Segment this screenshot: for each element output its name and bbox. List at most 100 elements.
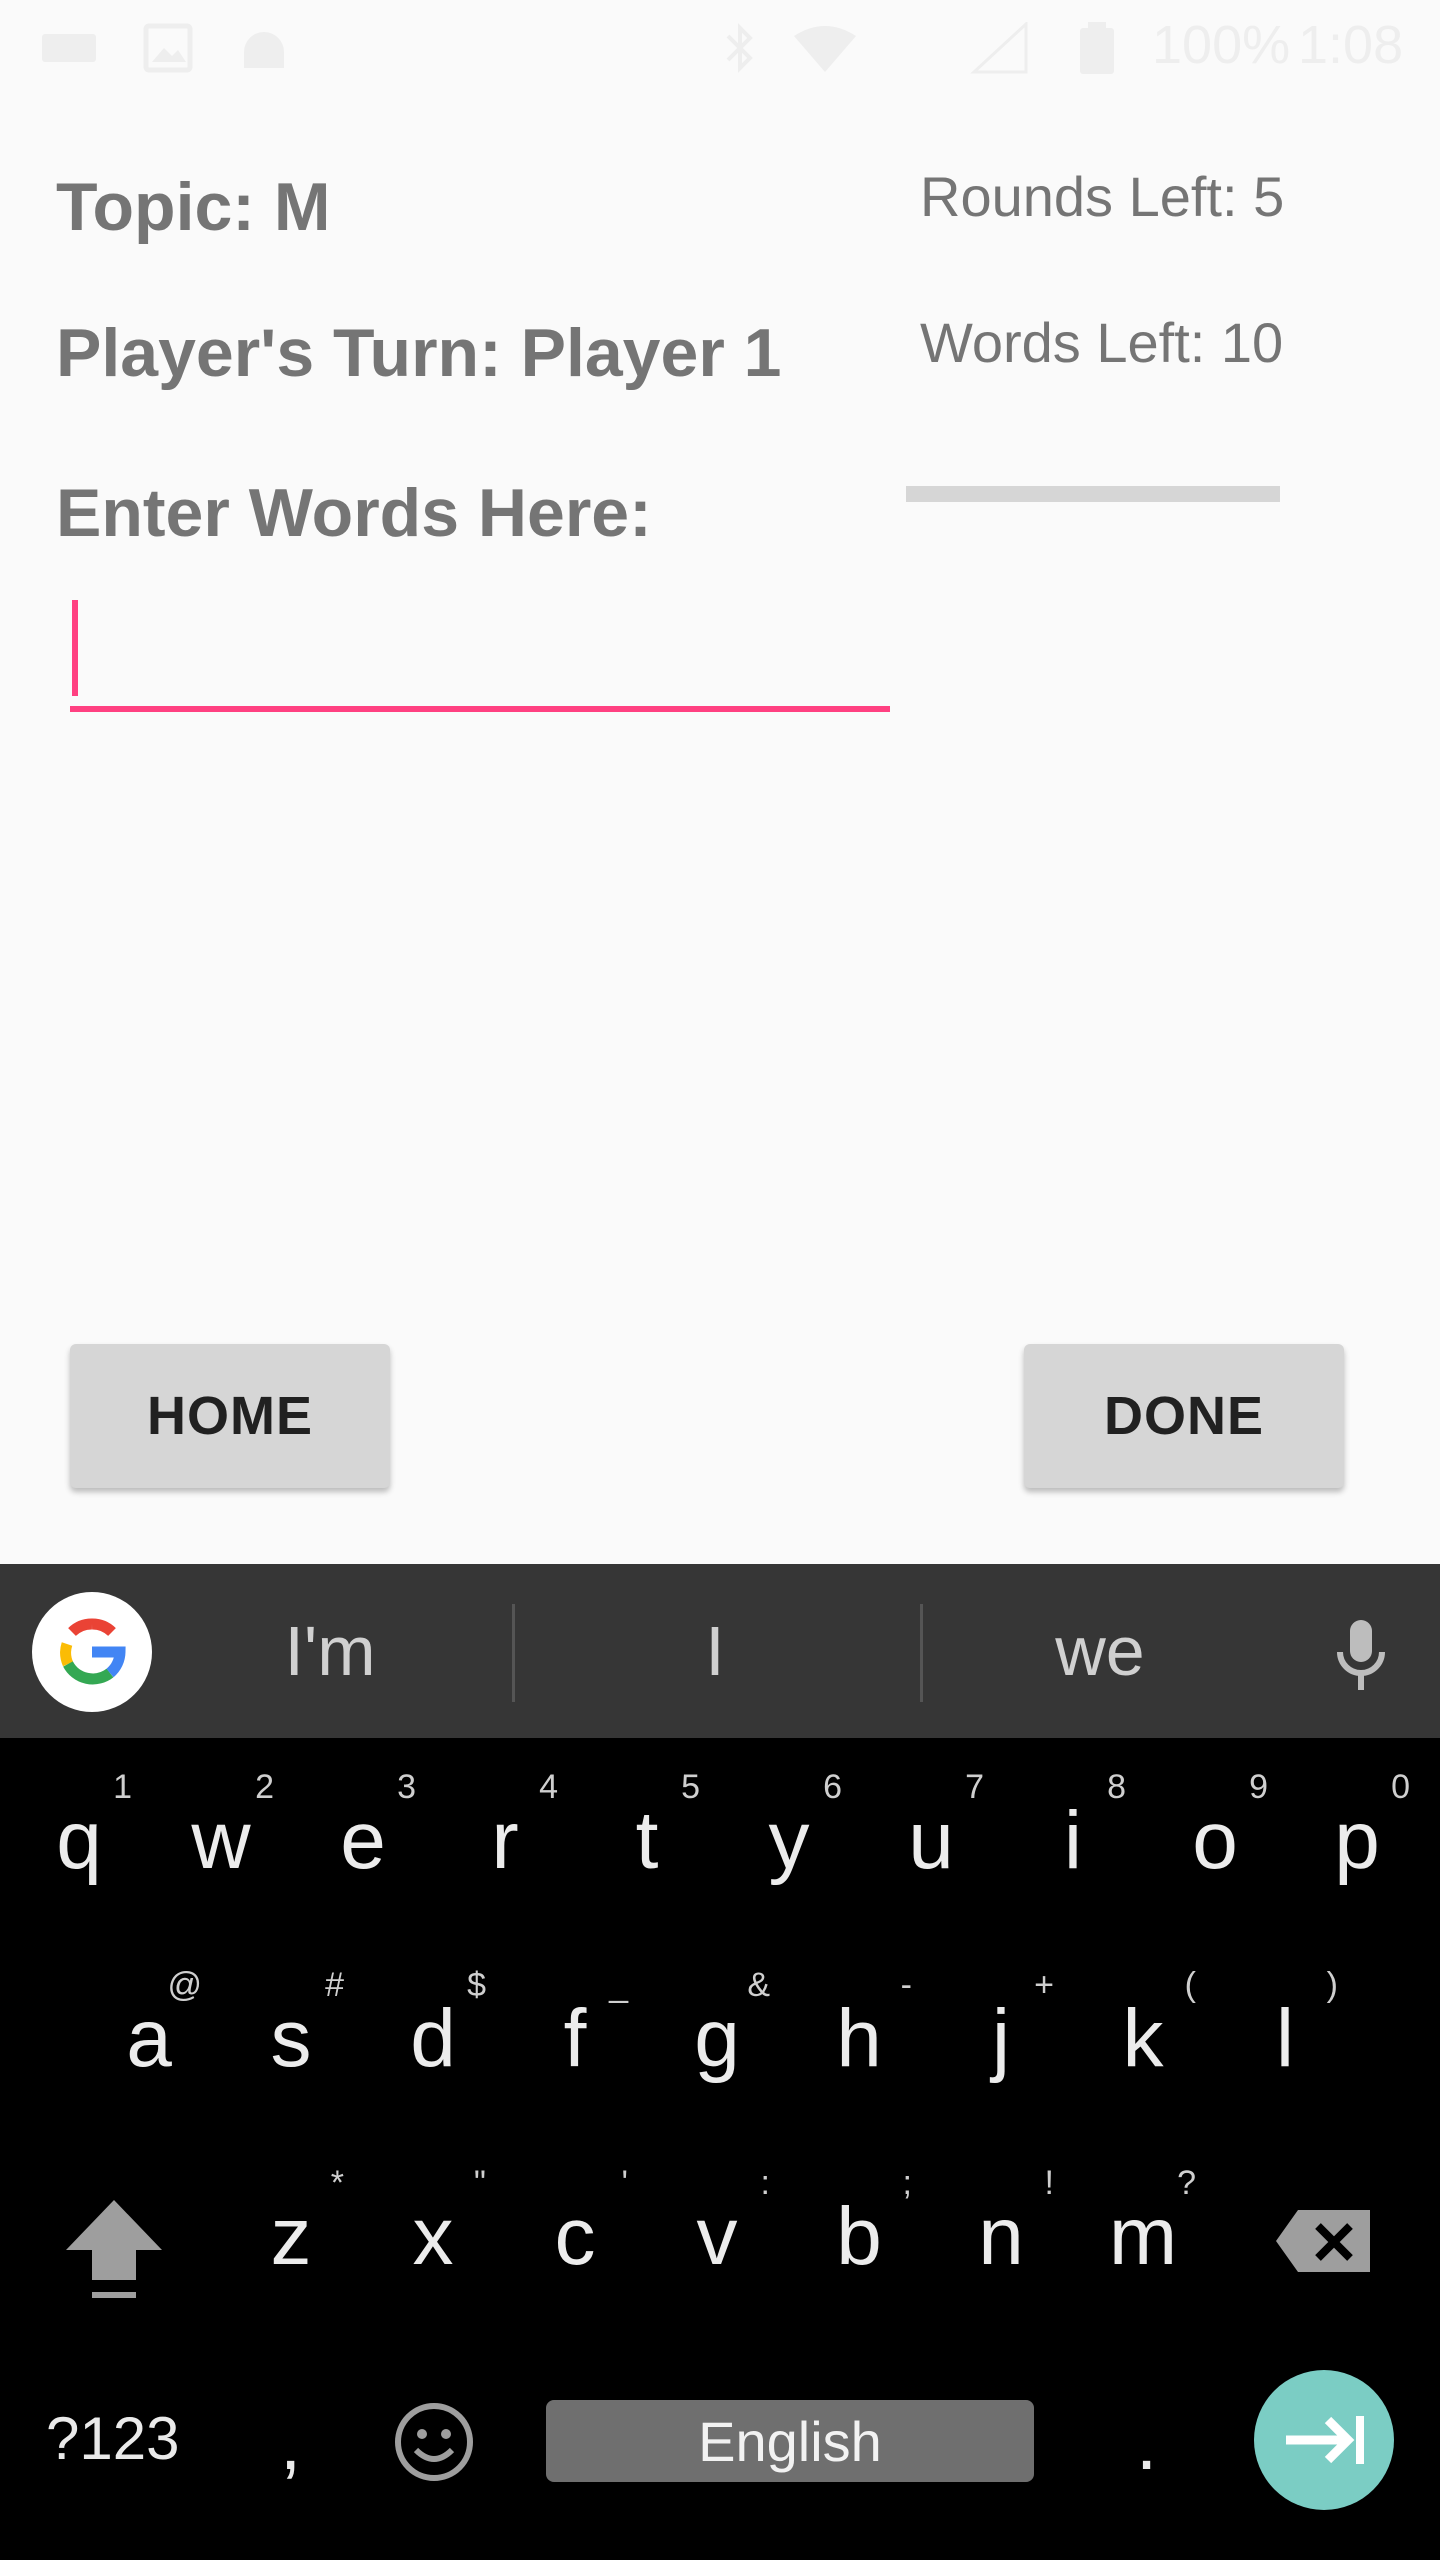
key-hint: $ bbox=[467, 1966, 486, 2004]
suggestion-1[interactable]: I'm bbox=[180, 1564, 480, 1738]
key-label: s bbox=[270, 1993, 312, 2084]
suggestion-divider bbox=[512, 1604, 515, 1702]
suggestion-2[interactable]: I bbox=[560, 1564, 870, 1738]
key-r[interactable]: r4 bbox=[440, 1760, 570, 1930]
key-label: p bbox=[1334, 1795, 1380, 1886]
key-hint: 3 bbox=[397, 1768, 416, 1806]
key-label: h bbox=[836, 1993, 882, 2084]
key-d[interactable]: d $ bbox=[368, 1958, 498, 2128]
key-hint: 4 bbox=[539, 1768, 558, 1806]
google-icon[interactable] bbox=[32, 1592, 152, 1712]
key-label: w bbox=[191, 1795, 251, 1886]
key-z[interactable]: z * bbox=[226, 2156, 356, 2326]
key-label: q bbox=[56, 1795, 102, 1886]
enter-words-label: Enter Words Here: bbox=[56, 475, 652, 551]
home-button[interactable]: HOME bbox=[70, 1344, 390, 1488]
key-hint: ? bbox=[1177, 2164, 1196, 2202]
key-hint: & bbox=[747, 1966, 770, 2004]
key-y[interactable]: y6 bbox=[724, 1760, 854, 1930]
suggestion-divider bbox=[920, 1604, 923, 1702]
key-u[interactable]: u7 bbox=[866, 1760, 996, 1930]
key-hint: " bbox=[473, 2164, 486, 2202]
key-hint: - bbox=[900, 1966, 912, 2004]
key-hint: @ bbox=[167, 1966, 202, 2004]
key-hint: 9 bbox=[1249, 1768, 1268, 1806]
key-hint: 0 bbox=[1391, 1768, 1410, 1806]
key-g[interactable]: g & bbox=[652, 1958, 782, 2128]
key-label: a bbox=[126, 1993, 172, 2084]
key-o[interactable]: o9 bbox=[1150, 1760, 1280, 1930]
key-b[interactable]: b; bbox=[794, 2156, 924, 2326]
key-v[interactable]: v: bbox=[652, 2156, 782, 2326]
enter-key[interactable] bbox=[1254, 2370, 1394, 2510]
emoji-icon[interactable] bbox=[392, 2400, 476, 2484]
symbols-key[interactable]: ?123 bbox=[46, 2404, 179, 2473]
key-e[interactable]: e3 bbox=[298, 1760, 428, 1930]
enter-icon bbox=[1286, 2416, 1364, 2464]
key-f[interactable]: f _ bbox=[510, 1958, 640, 2128]
key-m[interactable]: m? bbox=[1078, 2156, 1208, 2326]
key-c[interactable]: c ' bbox=[510, 2156, 640, 2326]
key-label: i bbox=[1063, 1795, 1083, 1886]
comma-key[interactable]: , bbox=[280, 2400, 301, 2487]
player-turn-label: Player's Turn: Player 1 bbox=[56, 315, 782, 391]
key-s[interactable]: s # bbox=[226, 1958, 356, 2128]
key-l[interactable]: l) bbox=[1220, 1958, 1350, 2128]
key-t[interactable]: t5 bbox=[582, 1760, 712, 1930]
key-hint: + bbox=[1034, 1966, 1054, 2004]
status-bar: 100% 1:08 bbox=[0, 0, 1440, 96]
key-hint: 8 bbox=[1107, 1768, 1126, 1806]
key-label: e bbox=[340, 1795, 386, 1886]
key-a[interactable]: a @ bbox=[84, 1958, 214, 2128]
input-underline bbox=[70, 706, 890, 712]
mic-icon[interactable] bbox=[1326, 1616, 1396, 1696]
space-bar[interactable]: English bbox=[546, 2400, 1034, 2482]
key-label: o bbox=[1192, 1795, 1238, 1886]
backspace-icon[interactable] bbox=[1274, 2206, 1374, 2276]
word-input[interactable] bbox=[70, 596, 890, 712]
key-hint: 2 bbox=[255, 1768, 274, 1806]
key-label: y bbox=[768, 1795, 810, 1886]
key-n[interactable]: n! bbox=[936, 2156, 1066, 2326]
key-label: k bbox=[1122, 1993, 1164, 2084]
key-hint: 7 bbox=[965, 1768, 984, 1806]
keyboard-icon bbox=[42, 34, 96, 62]
words-left-label: Words Left: 10 bbox=[920, 311, 1284, 374]
signal-icon bbox=[970, 22, 1028, 74]
key-hint: # bbox=[325, 1966, 344, 2004]
done-button[interactable]: DONE bbox=[1024, 1344, 1344, 1488]
key-h[interactable]: h- bbox=[794, 1958, 924, 2128]
key-label: t bbox=[635, 1795, 659, 1886]
google-g-logo bbox=[60, 1618, 126, 1685]
clock: 1:08 bbox=[1298, 15, 1404, 75]
key-hint: * bbox=[330, 2164, 344, 2202]
period-key[interactable]: . bbox=[1136, 2400, 1157, 2487]
battery-icon bbox=[1080, 22, 1114, 74]
key-w[interactable]: w2 bbox=[156, 1760, 286, 1930]
rounds-left-label: Rounds Left: 5 bbox=[920, 165, 1285, 228]
key-label: j bbox=[991, 1993, 1011, 2084]
key-hint: _ bbox=[609, 1966, 628, 2004]
key-hint: ( bbox=[1184, 1966, 1196, 2004]
key-hint: ! bbox=[1044, 2164, 1054, 2202]
key-x[interactable]: x " bbox=[368, 2156, 498, 2326]
battery-percent: 100% bbox=[1152, 15, 1291, 75]
key-label: b bbox=[836, 2191, 882, 2282]
key-i[interactable]: i8 bbox=[1008, 1760, 1138, 1930]
key-label: u bbox=[908, 1795, 954, 1886]
key-label: c bbox=[554, 2191, 596, 2282]
key-hint: ; bbox=[902, 2164, 912, 2202]
progress-bar bbox=[906, 486, 1280, 502]
key-q[interactable]: q1 bbox=[14, 1760, 144, 1930]
key-hint: 5 bbox=[681, 1768, 700, 1806]
key-label: r bbox=[491, 1795, 519, 1886]
suggestion-3[interactable]: we bbox=[950, 1564, 1250, 1738]
shift-icon[interactable] bbox=[62, 2196, 166, 2306]
image-icon bbox=[143, 23, 193, 73]
key-label: m bbox=[1108, 2191, 1178, 2282]
key-k[interactable]: k( bbox=[1078, 1958, 1208, 2128]
key-j[interactable]: j + bbox=[936, 1958, 1066, 2128]
key-p[interactable]: p0 bbox=[1292, 1760, 1422, 1930]
key-label: d bbox=[410, 1993, 456, 2084]
wifi-icon bbox=[794, 26, 856, 72]
